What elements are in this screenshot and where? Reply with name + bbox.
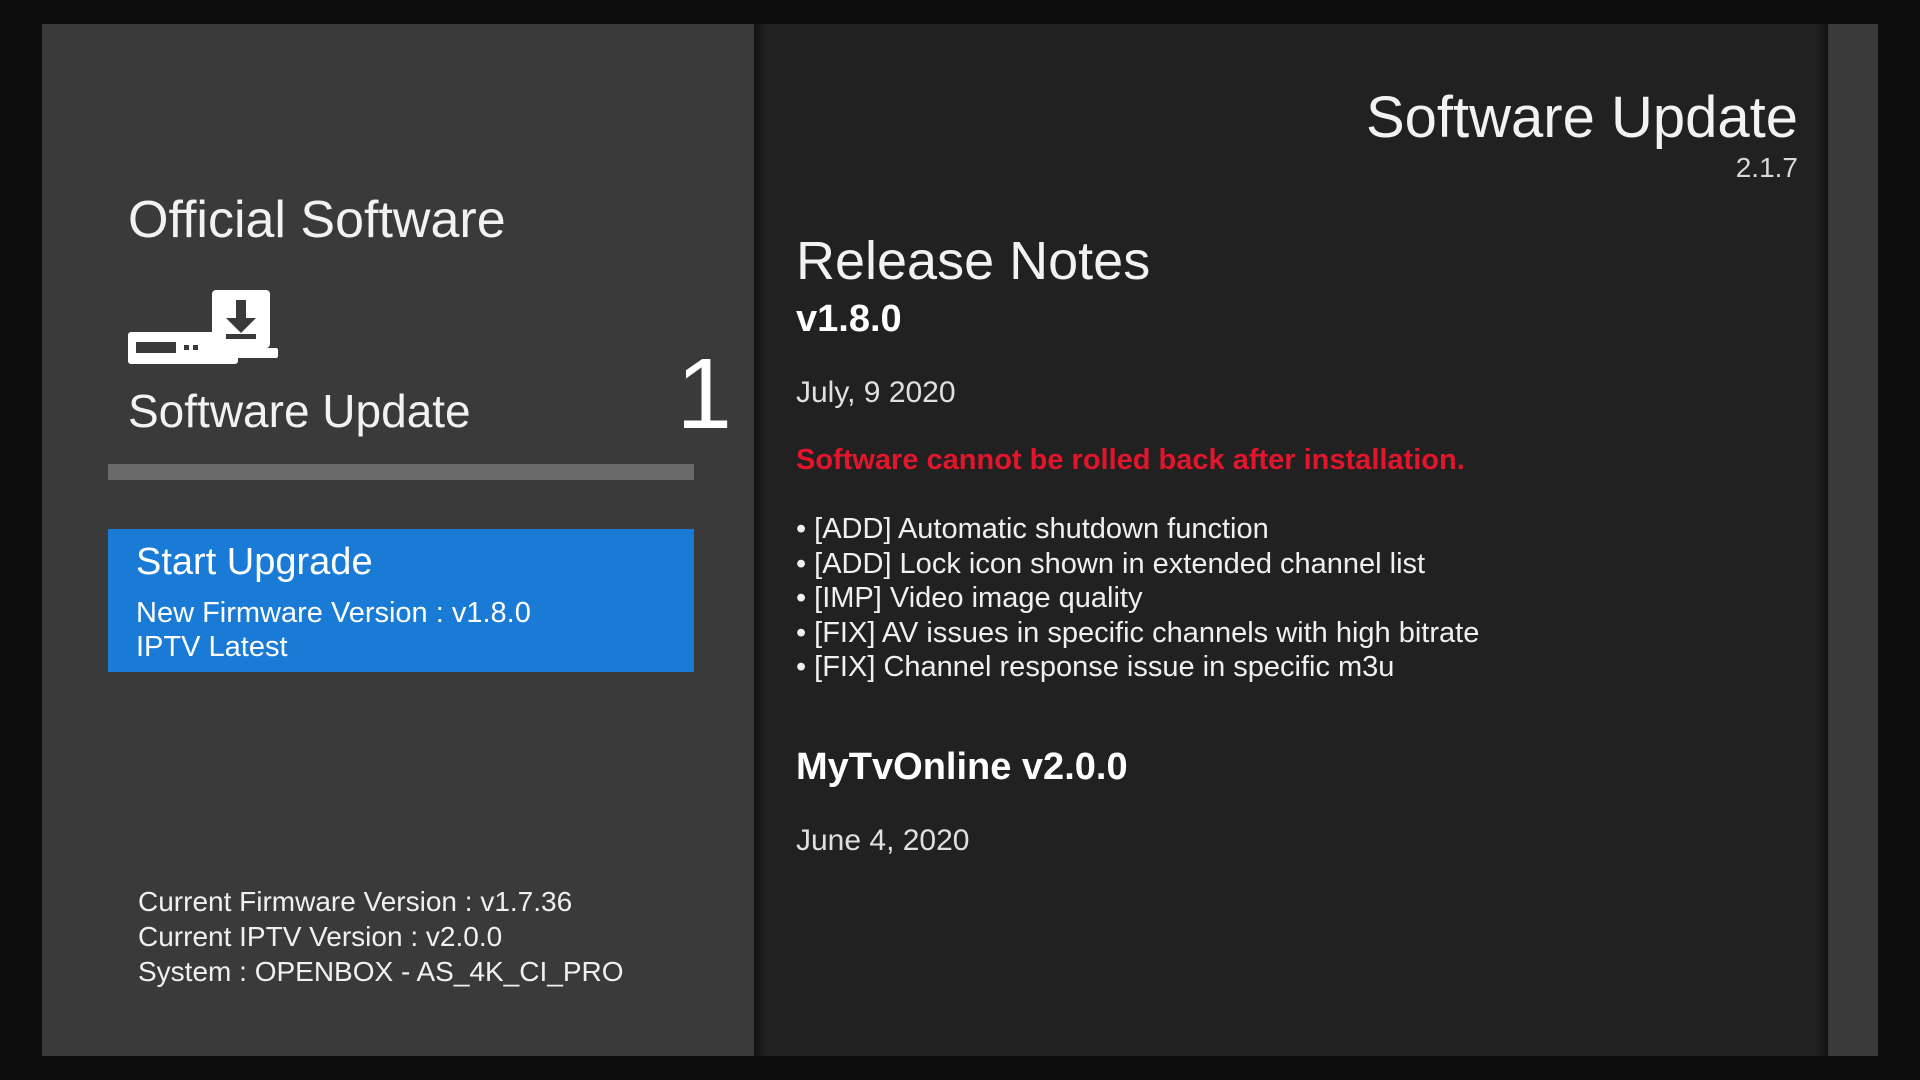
release-notes-list: • [ADD] Automatic shutdown function • [ADD… bbox=[796, 512, 1479, 685]
start-upgrade-label: Start Upgrade bbox=[136, 541, 373, 583]
software-update-screen: Official Software Software Update 1 Star… bbox=[42, 24, 1878, 1056]
bullet: • bbox=[796, 651, 807, 683]
release-note-text: [ADD] Lock icon shown in extended channe… bbox=[814, 547, 1426, 580]
list-item: • [FIX] AV issues in specific channels wi… bbox=[796, 616, 1479, 651]
rollback-warning: Software cannot be rolled back after ins… bbox=[796, 444, 1465, 476]
system-model: System : OPENBOX - AS_4K_CI_PRO bbox=[138, 956, 624, 987]
panel-divider bbox=[754, 24, 766, 1056]
page-title: Software Update bbox=[1365, 85, 1798, 150]
scroll-edge bbox=[1828, 24, 1878, 1056]
release-note-text: [FIX] AV issues in specific channels wit… bbox=[814, 616, 1480, 649]
bullet: • bbox=[796, 616, 807, 649]
current-iptv-version: Current IPTV Version : v2.0.0 bbox=[138, 921, 503, 952]
edge-divider bbox=[1816, 24, 1828, 1056]
list-item: • [ADD] Lock icon shown in extended chann… bbox=[796, 547, 1479, 582]
app-release-date: June 4, 2020 bbox=[796, 824, 970, 857]
bullet: • bbox=[796, 547, 807, 580]
panel-title: Official Software bbox=[128, 191, 506, 249]
list-item: • [IMP] Video image quality bbox=[796, 581, 1479, 616]
iptv-version-status: IPTV Latest bbox=[136, 631, 288, 663]
release-notes-title: Release Notes bbox=[796, 231, 1151, 291]
release-notes-date: July, 9 2020 bbox=[796, 376, 956, 409]
app-release-title: MyTvOnline v2.0.0 bbox=[796, 746, 1128, 788]
new-firmware-version: New Firmware Version : v1.8.0 bbox=[136, 597, 531, 629]
list-item: • [ADD] Automatic shutdown function bbox=[796, 512, 1479, 547]
set-top-box-download-icon bbox=[128, 290, 278, 364]
software-update-label: Software Update bbox=[128, 385, 471, 437]
release-note-text: [IMP] Video image quality bbox=[814, 582, 1143, 614]
bullet: • bbox=[796, 582, 807, 614]
update-count: 1 bbox=[676, 338, 732, 450]
progress-fill bbox=[108, 464, 694, 480]
start-upgrade-button[interactable]: Start Upgrade New Firmware Version : v1.… bbox=[108, 529, 694, 672]
list-item: • [FIX] Channel response issue in specifi… bbox=[796, 650, 1479, 685]
bullet: • bbox=[796, 513, 807, 545]
release-notes-version: v1.8.0 bbox=[796, 298, 902, 340]
current-firmware-version: Current Firmware Version : v1.7.36 bbox=[138, 886, 573, 917]
progress-bar bbox=[108, 464, 694, 480]
official-software-panel: Official Software Software Update 1 Star… bbox=[42, 24, 754, 1056]
release-note-text: [ADD] Automatic shutdown function bbox=[814, 513, 1269, 545]
app-version: 2.1.7 bbox=[1735, 152, 1798, 183]
release-note-text: [FIX] Channel response issue in specific… bbox=[814, 651, 1395, 683]
